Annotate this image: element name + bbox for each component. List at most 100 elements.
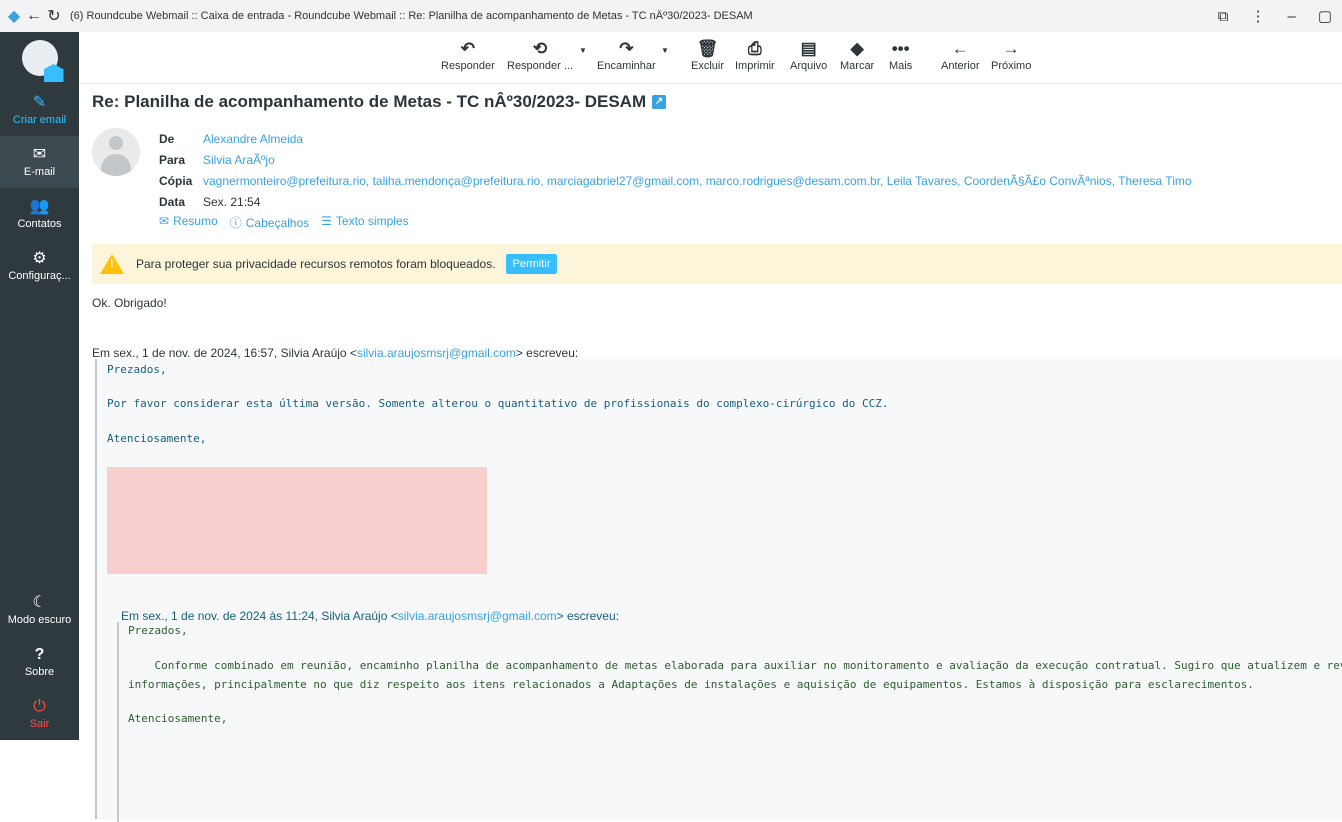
date-label: Data [159, 194, 186, 209]
reply-button[interactable]: ↶ Responder [441, 38, 495, 72]
sidebar-item-label: Sobre [24, 666, 55, 678]
reload-icon[interactable]: ↻ [44, 6, 64, 26]
quote-line: informações, principalmente no que diz r… [128, 678, 1254, 691]
reply-all-label: Responder ... [507, 60, 574, 72]
print-button[interactable]: ⎙ Imprimir [735, 38, 775, 72]
to-label: Para [159, 152, 186, 167]
more-button[interactable]: ••• Mais [889, 38, 912, 72]
quote-line: Por favor considerar esta última versão.… [107, 397, 889, 410]
quote-line: Atenciosamente, [107, 432, 207, 445]
open-in-new-window-icon[interactable]: ↗ [652, 95, 667, 109]
printer-icon: ⎙ [748, 39, 762, 58]
archive-label: Arquivo [790, 60, 828, 72]
quote-line: Conforme combinado em reunião, encaminho… [128, 659, 1342, 672]
arrow-right-icon: → [1002, 39, 1020, 58]
summary-link[interactable]: ✉ Resumo [159, 214, 218, 231]
sidebar-item-compose[interactable]: ✎ Criar email [0, 84, 79, 136]
headers-link[interactable]: ⓘ Cabeçalhos [230, 214, 309, 231]
sidebar-item-contacts[interactable]: 👥 Contatos [0, 188, 79, 240]
message-body-text: Ok. Obrigado! [92, 296, 167, 310]
extensions-icon[interactable]: ⧉ [1218, 8, 1229, 25]
sidebar-item-about[interactable]: ? Sobre [0, 636, 79, 688]
nested-quote-intro: Em sex., 1 de nov. de 2024 às 11:24, Sil… [121, 609, 619, 623]
envelope-outline-icon: ✉ [159, 214, 170, 228]
reply-label: Responder [441, 60, 495, 72]
sidebar-item-settings[interactable]: ⚙ Configuraç... [0, 240, 79, 292]
sidebar-item-label: E-mail [23, 166, 56, 178]
sidebar: ✎ Criar email ✉ E-mail 👥 Contatos ⚙ Conf… [0, 32, 79, 740]
tab-title: (6) Roundcube Webmail :: Caixa de entrad… [70, 10, 753, 22]
warning-icon [100, 254, 124, 274]
to-value[interactable]: Silvia AraÃºjo [203, 153, 275, 167]
power-icon: ⏻ [33, 698, 46, 715]
cc-value[interactable]: vagnermonteiro@prefeitura.rio, taliha.me… [203, 174, 1192, 188]
more-dots-icon: ••• [891, 39, 910, 58]
minimize-icon[interactable]: – [1287, 8, 1295, 25]
forward-dropdown-caret-icon[interactable]: ▼ [661, 46, 669, 55]
sidebar-item-mail[interactable]: ✉ E-mail [0, 136, 79, 188]
browser-title-bar: ◆ ← ↻ (6) Roundcube Webmail :: Caixa de … [0, 0, 1342, 32]
info-icon: ⓘ [229, 216, 242, 230]
mark-label: Marcar [840, 60, 875, 72]
sidebar-item-logout[interactable]: ⏻ Sair [0, 688, 79, 740]
allow-button[interactable]: Permitir [505, 254, 558, 274]
forward-label: Encaminhar [597, 60, 656, 72]
archive-icon: ▤ [800, 39, 817, 58]
date-value: Sex. 21:54 [203, 194, 261, 209]
quote-sender-email-link[interactable]: silvia.araujosmsrj@gmail.com [398, 609, 557, 623]
quote-line: Prezados, [128, 624, 188, 637]
previous-button[interactable]: ← Anterior [941, 38, 980, 72]
sidebar-item-label: Contatos [17, 218, 62, 230]
forward-button[interactable]: ↷ Encaminhar [597, 38, 656, 72]
envelope-icon: ✉ [32, 146, 47, 163]
roundcube-logo[interactable] [0, 32, 79, 84]
headers-label: Cabeçalhos [245, 216, 310, 230]
lines-icon: ☰ [321, 214, 332, 228]
moon-icon: ☾ [32, 594, 47, 611]
compose-icon: ✎ [32, 94, 47, 111]
from-label: De [159, 131, 175, 146]
sidebar-item-label: Sair [29, 718, 50, 730]
mark-button[interactable]: ◆ Marcar [840, 38, 874, 72]
sidebar-item-label: Configuraç... [8, 270, 71, 282]
reply-icon: ↶ [460, 39, 476, 58]
question-icon: ? [34, 646, 45, 663]
print-label: Imprimir [735, 60, 775, 72]
archive-button[interactable]: ▤ Arquivo [790, 38, 827, 72]
quoted-message: Prezados, Por favor considerar esta últi… [95, 359, 1342, 822]
next-label: Próximo [991, 60, 1032, 72]
reply-all-button[interactable]: ⟲ Responder ... [507, 38, 573, 72]
restore-icon[interactable]: ▢ [1318, 7, 1332, 25]
summary-label: Resumo [173, 214, 218, 228]
more-label: Mais [889, 60, 913, 72]
plain-text-link[interactable]: ☰ Texto simples [321, 214, 408, 231]
notice-text: Para proteger sua privacidade recursos r… [136, 257, 496, 271]
tag-icon: ◆ [850, 39, 864, 58]
message-headers: De Alexandre Almeida Para Silvia AraÃºjo… [159, 128, 1339, 231]
message-toolbar: ↶ Responder ⟲ Responder ... ▼ ↷ Encaminh… [79, 32, 1342, 84]
trash-icon: 🗑 [696, 39, 719, 58]
reply-all-dropdown-caret-icon[interactable]: ▼ [579, 46, 587, 55]
quote-intro-suffix: > escreveu: [556, 609, 619, 623]
back-arrow-icon[interactable]: ← [24, 6, 44, 26]
quote-sender-email-link[interactable]: silvia.araujosmsrj@gmail.com [357, 346, 516, 360]
quote-intro-prefix: Em sex., 1 de nov. de 2024, 16:57, Silvi… [92, 346, 357, 360]
quote-intro-prefix: Em sex., 1 de nov. de 2024 às 11:24, Sil… [121, 609, 398, 623]
arrow-left-icon: ← [951, 39, 969, 58]
sender-avatar [92, 128, 140, 176]
kebab-menu-icon[interactable]: ⋮ [1250, 7, 1265, 25]
contacts-icon: 👥 [29, 198, 50, 215]
gear-icon: ⚙ [32, 250, 47, 267]
sidebar-item-dark-mode[interactable]: ☾ Modo escuro [0, 584, 79, 636]
reply-all-icon: ⟲ [532, 39, 548, 58]
quote-line: Atenciosamente, [128, 712, 228, 725]
plain-text-label: Texto simples [335, 214, 409, 228]
message-subject: Re: Planilha de acompanhamento de Metas … [92, 92, 1342, 112]
from-value[interactable]: Alexandre Almeida [203, 132, 303, 146]
delete-button[interactable]: 🗑 Excluir [691, 38, 724, 72]
next-button[interactable]: → Próximo [991, 38, 1031, 72]
cc-label: Cópia [159, 173, 193, 188]
sidebar-item-label: Modo escuro [7, 614, 72, 626]
forward-icon: ↷ [619, 39, 634, 58]
message-view: Re: Planilha de acompanhamento de Metas … [92, 92, 1342, 822]
